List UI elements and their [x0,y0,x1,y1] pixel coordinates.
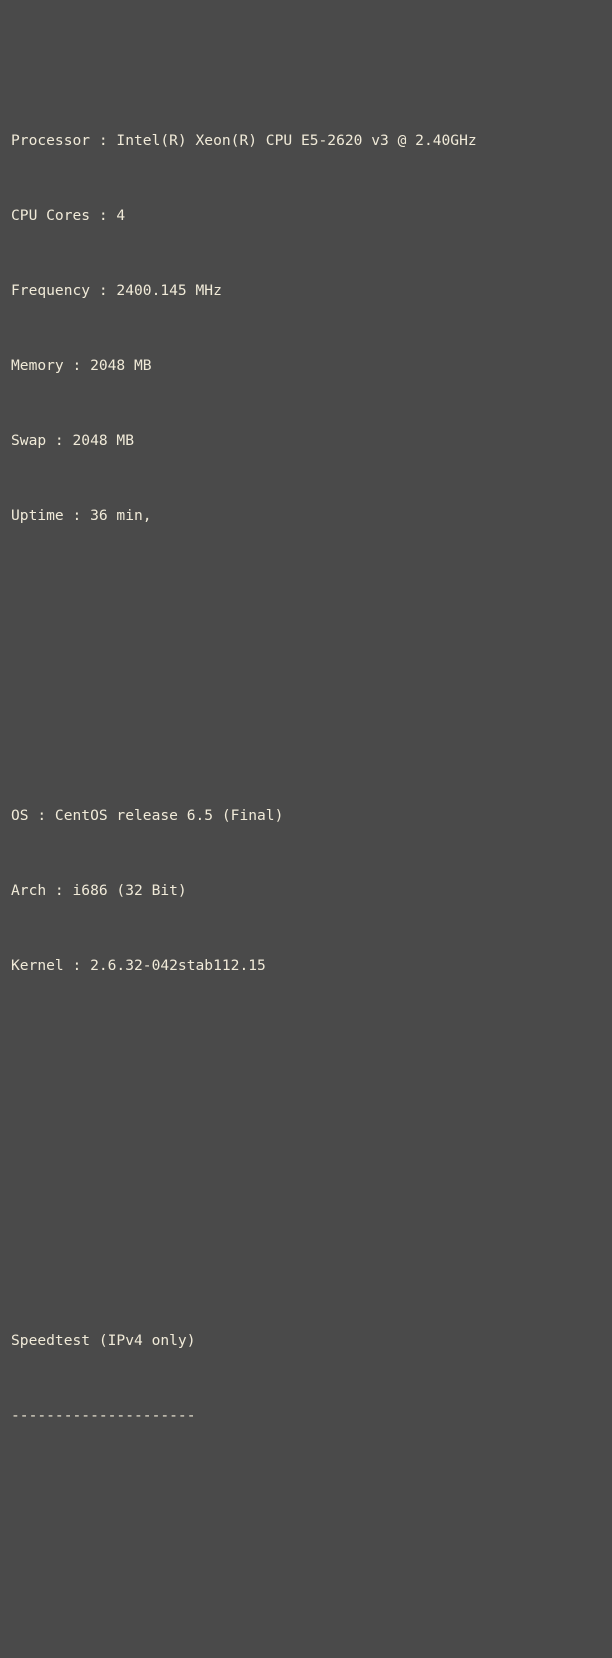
speedtest-heading-rule: --------------------- [11,1407,196,1424]
os-info-block: OS : CentOS release 6.5 (Final) Arch : i… [11,753,612,1028]
system-info-block: Processor : Intel(R) Xeon(R) CPU E5-2620… [11,78,612,578]
terminal-output: Processor : Intel(R) Xeon(R) CPU E5-2620… [0,0,612,1424]
memory-line: Memory : 2048 MB [11,357,152,374]
uptime-line: Uptime : 36 min, [11,507,152,524]
swap-line: Swap : 2048 MB [11,432,135,449]
speedtest-heading-block: Speedtest (IPv4 only) ------------------… [11,1278,612,1478]
kernel-line: Kernel : 2.6.32-042stab112.15 [11,957,266,974]
cpu-cores-line: CPU Cores : 4 [11,207,126,224]
speedtest-heading: Speedtest (IPv4 only) [11,1332,196,1349]
os-line: OS : CentOS release 6.5 (Final) [11,807,284,824]
processor-line: Processor : Intel(R) Xeon(R) CPU E5-2620… [11,132,477,149]
arch-line: Arch : i686 (32 Bit) [11,882,187,899]
frequency-line: Frequency : 2400.145 MHz [11,282,222,299]
